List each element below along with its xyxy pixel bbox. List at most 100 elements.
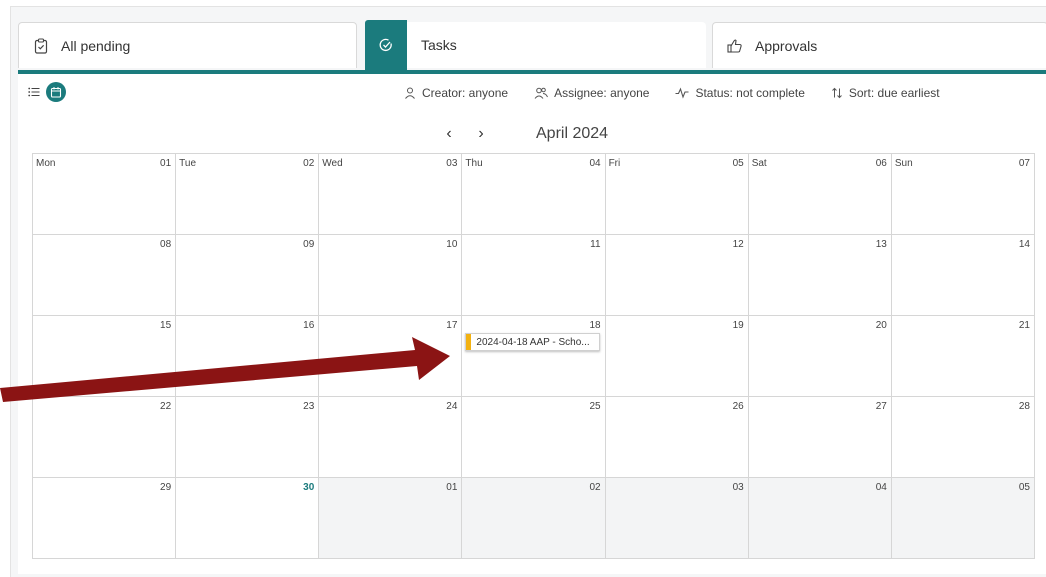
calendar-day-cell[interactable]: 28 [891, 397, 1035, 478]
day-number: 24 [446, 401, 458, 412]
day-number: 17 [446, 320, 458, 331]
calendar-day-cell[interactable]: Fri 05 [605, 154, 749, 235]
day-number: 15 [160, 320, 172, 331]
day-number: 27 [875, 401, 887, 412]
day-number: 21 [1018, 320, 1030, 331]
day-number: 06 [875, 158, 887, 169]
calendar-day-cell[interactable]: 30 [176, 478, 320, 559]
status-filter[interactable]: Status: not complete [675, 86, 805, 100]
sort-control[interactable]: Sort: due earliest [831, 86, 940, 100]
day-number: 14 [1018, 239, 1030, 250]
day-number: 18 [589, 320, 601, 331]
day-number: 26 [732, 401, 744, 412]
day-number: 22 [160, 401, 172, 412]
thumbs-up-icon [727, 38, 743, 54]
event-title: 2024-04-18 AAP - Scho... [476, 336, 590, 348]
assignee-filter-label: Assignee: anyone [554, 86, 650, 100]
calendar-day-cell[interactable]: Sun 07 [891, 154, 1035, 235]
calendar-day-cell[interactable]: 19 [605, 316, 749, 397]
sort-icon [832, 87, 842, 99]
calendar-day-cell[interactable]: 24 [319, 397, 463, 478]
calendar-day-cell[interactable]: 14 [891, 235, 1035, 316]
weekday-label: Thu [465, 158, 483, 169]
calendar-day-cell[interactable]: 18 2024-04-18 AAP - Scho... [462, 316, 606, 397]
filter-bar: Creator: anyone Assignee: anyone Status:… [404, 86, 966, 100]
day-number: 03 [446, 158, 458, 169]
tab-tasks[interactable]: Tasks [365, 20, 706, 70]
calendar-day-cell[interactable]: 25 [462, 397, 606, 478]
day-number: 04 [589, 158, 601, 169]
calendar-day-cell[interactable]: 26 [605, 397, 749, 478]
weekday-label: Sun [894, 158, 913, 169]
calendar-day-cell[interactable]: Thu 04 [462, 154, 606, 235]
day-number: 28 [1018, 401, 1030, 412]
next-month-button[interactable]: › [470, 124, 492, 144]
creator-filter-label: Creator: anyone [422, 86, 509, 100]
day-number: 25 [589, 401, 601, 412]
calendar-day-cell[interactable]: 15 [33, 316, 177, 397]
calendar-day-cell[interactable]: 09 [176, 235, 320, 316]
calendar-day-cell[interactable]: 12 [605, 235, 749, 316]
calendar-day-cell[interactable]: 08 [33, 235, 177, 316]
tab-approvals[interactable]: Approvals [712, 22, 1046, 68]
prev-month-button[interactable]: ‹ [438, 124, 460, 144]
weekday-label: Sat [751, 158, 767, 169]
calendar-day-cell[interactable]: 23 [176, 397, 320, 478]
tab-approvals-label: Approvals [755, 37, 818, 54]
calendar-day-cell[interactable]: 01 [319, 478, 463, 559]
weekday-label: Mon [36, 158, 56, 169]
calendar-day-cell[interactable]: 27 [748, 397, 892, 478]
calendar-day-cell[interactable]: 05 [891, 478, 1035, 559]
day-number: 02 [589, 482, 601, 493]
month-title: April 2024 [536, 125, 609, 142]
day-number: 29 [160, 482, 172, 493]
calendar-day-cell[interactable]: Sat 06 [748, 154, 892, 235]
weekday-label: Wed [322, 158, 343, 169]
list-view-icon[interactable] [26, 84, 42, 100]
clipboard-check-icon [33, 37, 49, 54]
day-number: 10 [446, 239, 458, 250]
calendar-day-cell[interactable]: Tue 02 [176, 154, 320, 235]
tab-all-pending-label: All pending [61, 37, 131, 54]
calendar-day-cell[interactable]: 20 [748, 316, 892, 397]
tab-tasks-label: Tasks [421, 37, 457, 53]
day-number: 12 [732, 239, 744, 250]
calendar-day-cell[interactable]: 11 [462, 235, 606, 316]
calendar-day-cell[interactable]: 02 [462, 478, 606, 559]
weekday-label: Tue [179, 158, 197, 169]
calendar-day-cell[interactable]: 13 [748, 235, 892, 316]
weekday-label: Fri [608, 158, 621, 169]
day-number: 20 [875, 320, 887, 331]
tasks-panel: Creator: anyone Assignee: anyone Status:… [18, 74, 1046, 574]
day-number: 04 [875, 482, 887, 493]
calendar-day-cell[interactable]: 04 [748, 478, 892, 559]
calendar-day-cell[interactable]: Mon 01 [33, 154, 177, 235]
sort-label: Sort: due earliest [848, 86, 940, 100]
calendar-day-cell[interactable]: 29 [33, 478, 177, 559]
day-number: 07 [1018, 158, 1030, 169]
calendar-day-cell[interactable]: 22 [33, 397, 177, 478]
day-number: 03 [732, 482, 744, 493]
calendar-day-cell[interactable]: 16 [176, 316, 320, 397]
calendar-day-cell[interactable]: 17 [319, 316, 463, 397]
calendar-day-cell[interactable]: Wed 03 [319, 154, 463, 235]
calendar-event[interactable]: 2024-04-18 AAP - Scho... [465, 333, 601, 351]
assignee-filter[interactable]: Assignee: anyone [534, 86, 649, 100]
day-number: 11 [590, 239, 601, 250]
month-navigation: ‹ › April 2024 [438, 124, 608, 144]
day-number: 05 [1018, 482, 1030, 493]
day-number: 01 [160, 158, 172, 169]
creator-filter[interactable]: Creator: anyone [404, 86, 508, 100]
day-number: 16 [303, 320, 315, 331]
calendar-view-icon[interactable] [46, 82, 66, 102]
calendar-day-cell[interactable]: 03 [605, 478, 749, 559]
check-circle-icon [365, 20, 407, 70]
calendar-day-cell[interactable]: 10 [319, 235, 463, 316]
day-number: 09 [303, 239, 315, 250]
day-number: 01 [446, 482, 458, 493]
day-number: 05 [732, 158, 744, 169]
calendar-day-cell[interactable]: 21 [891, 316, 1035, 397]
tab-all-pending[interactable]: All pending [18, 22, 357, 68]
pulse-icon [675, 87, 689, 99]
day-number: 30 [303, 482, 315, 493]
